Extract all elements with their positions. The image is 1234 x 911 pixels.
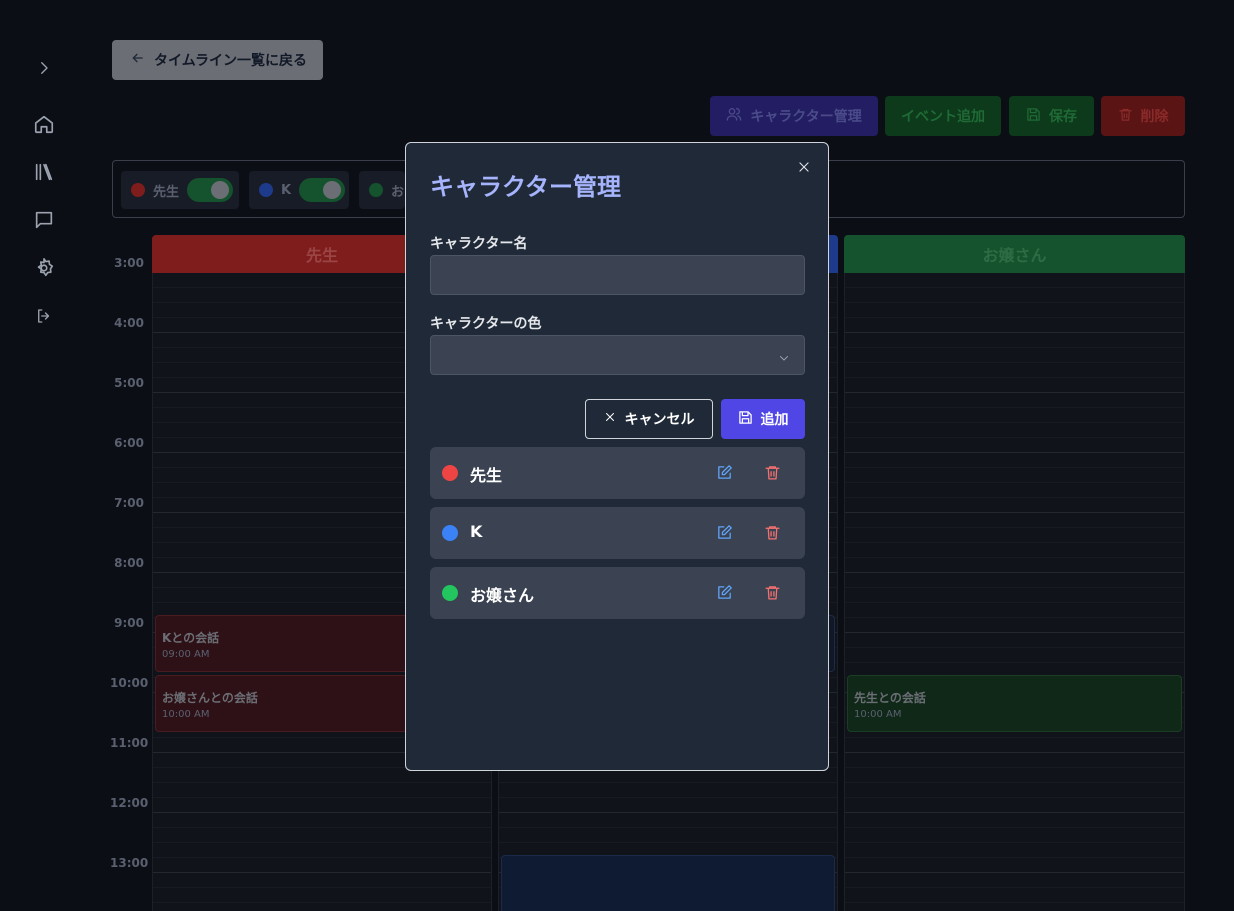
- hour-label: 13:00: [110, 856, 149, 870]
- hour-label: 7:00: [114, 496, 144, 510]
- column-header: お嬢さん: [844, 235, 1185, 273]
- chevron-down-icon: [778, 349, 790, 368]
- filter-chip-label: 先生: [153, 184, 180, 200]
- add-event-button[interactable]: イベント追加: [885, 96, 1001, 136]
- character-name: 先生: [470, 466, 503, 485]
- edit-icon[interactable]: [716, 464, 734, 482]
- event-card[interactable]: [501, 855, 835, 911]
- chevron-right-icon[interactable]: [32, 56, 56, 80]
- character-manage-dialog: キャラクター管理 キャラクター名 キャラクターの色 キャンセル 追加 先生 K: [405, 142, 829, 771]
- delete-button[interactable]: 削除: [1101, 96, 1185, 136]
- filter-chip: K: [249, 171, 349, 209]
- event-title: 先生との会話: [854, 691, 926, 705]
- color-dot: [259, 183, 273, 197]
- delete-label: 削除: [1140, 109, 1169, 125]
- save-icon: [738, 410, 753, 429]
- color-dot: [369, 183, 383, 197]
- back-button-label: タイムライン一覧に戻る: [154, 53, 308, 69]
- add-button-label: 追加: [760, 412, 789, 428]
- event-card[interactable]: 先生との会話 10:00 AM: [847, 675, 1182, 732]
- hour-label: 3:00: [114, 256, 144, 270]
- character-color-label: キャラクターの色: [430, 316, 542, 332]
- filter-toggle[interactable]: [187, 178, 234, 202]
- chat-icon[interactable]: [32, 208, 56, 232]
- close-icon: [604, 411, 616, 427]
- character-name-label: キャラクター名: [430, 236, 528, 252]
- color-dot: [442, 585, 458, 601]
- save-icon: [1026, 107, 1041, 126]
- hour-label: 8:00: [114, 556, 144, 570]
- sidebar: [0, 0, 86, 911]
- color-dot: [442, 525, 458, 541]
- save-label: 保存: [1049, 109, 1077, 125]
- edit-icon[interactable]: [716, 584, 734, 602]
- filter-chip-label: お: [391, 184, 405, 200]
- trash-icon[interactable]: [764, 464, 782, 482]
- filter-chip: 先生: [121, 171, 239, 209]
- hour-label: 6:00: [114, 436, 144, 450]
- column-body[interactable]: 先生との会話 10:00 AM: [844, 273, 1185, 911]
- home-icon[interactable]: [32, 112, 56, 136]
- hour-label: 4:00: [114, 316, 144, 330]
- hour-label: 11:00: [110, 736, 149, 750]
- color-dot: [131, 183, 145, 197]
- hour-label: 9:00: [114, 616, 144, 630]
- filter-chip-label: K: [281, 182, 292, 198]
- trash-icon[interactable]: [764, 584, 782, 602]
- save-button[interactable]: 保存: [1009, 96, 1094, 136]
- character-color-select[interactable]: [430, 335, 805, 375]
- character-list-item: 先生: [430, 447, 805, 499]
- character-list-item: K: [430, 507, 805, 559]
- character-name: K: [470, 522, 483, 541]
- back-to-timelines-button[interactable]: タイムライン一覧に戻る: [112, 40, 323, 80]
- character-manage-label: キャラクター管理: [750, 109, 862, 125]
- trash-icon[interactable]: [764, 524, 782, 542]
- add-character-button[interactable]: 追加: [721, 399, 805, 439]
- event-time: 10:00 AM: [854, 709, 902, 720]
- add-event-label: イベント追加: [901, 109, 985, 125]
- cancel-button[interactable]: キャンセル: [585, 399, 713, 439]
- hour-label: 5:00: [114, 376, 144, 390]
- color-dot: [442, 465, 458, 481]
- library-icon[interactable]: [32, 160, 56, 184]
- cancel-button-label: キャンセル: [624, 412, 695, 428]
- dialog-title: キャラクター管理: [430, 173, 622, 201]
- close-icon[interactable]: [794, 157, 814, 177]
- hour-label: 12:00: [110, 796, 149, 810]
- character-name-input[interactable]: [430, 255, 805, 295]
- filter-toggle[interactable]: [299, 178, 346, 202]
- character-list-item: お嬢さん: [430, 567, 805, 619]
- filter-chip: お: [359, 171, 405, 209]
- logout-icon[interactable]: [32, 304, 56, 328]
- settings-icon[interactable]: [32, 256, 56, 280]
- character-name: お嬢さん: [470, 586, 535, 605]
- arrow-left-icon: [130, 50, 146, 70]
- timeline-column: お嬢さん 先生との会話 10:00 AM: [844, 235, 1185, 911]
- edit-icon[interactable]: [716, 524, 734, 542]
- hour-label: 10:00: [110, 676, 149, 690]
- users-icon: [726, 106, 742, 126]
- character-manage-button[interactable]: キャラクター管理: [710, 96, 878, 136]
- trash-icon: [1118, 107, 1133, 126]
